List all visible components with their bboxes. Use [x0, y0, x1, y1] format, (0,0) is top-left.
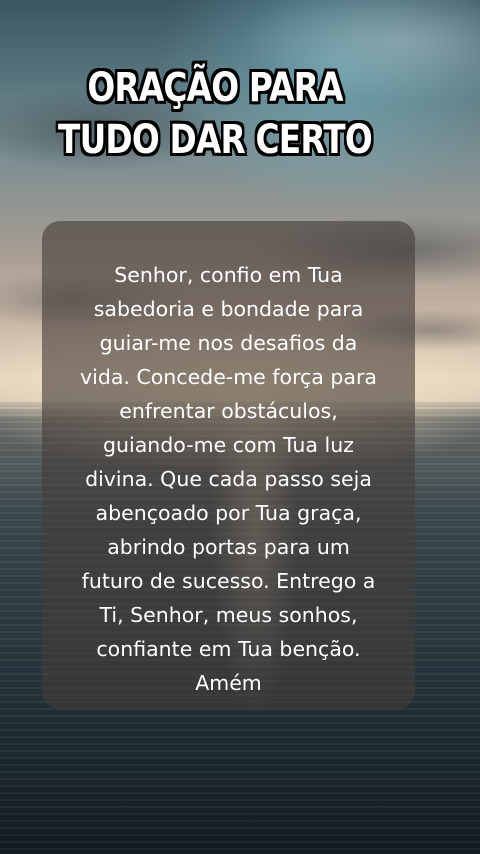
- prayer-line: confiante em Tua benção.: [96, 637, 361, 661]
- prayer-line: abrindo portas para um: [107, 535, 350, 559]
- page-title: ORAÇÃO PARA TUDO DAR CERTO: [39, 62, 392, 166]
- prayer-line: sabedoria e bondade para: [93, 297, 364, 321]
- prayer-line: abençoado por Tua graça,: [95, 501, 362, 525]
- prayer-line: vida. Concede-me força para: [80, 365, 377, 389]
- prayer-line: guiando-me com Tua luz: [103, 433, 354, 457]
- prayer-line: enfrentar obstáculos,: [119, 399, 338, 423]
- title-line-1: ORAÇÃO PARA: [87, 65, 343, 111]
- prayer-closing: Amém: [195, 671, 262, 695]
- title-line-2: TUDO DAR CERTO: [58, 117, 373, 163]
- prayer-text: Senhor, confio em Tua sabedoria e bondad…: [42, 258, 415, 700]
- prayer-line: divina. Que cada passo seja: [85, 467, 372, 491]
- prayer-line: futuro de sucesso. Entrego a: [81, 569, 376, 593]
- prayer-line: Senhor, confio em Tua: [114, 263, 343, 287]
- prayer-line: guiar-me nos desafios da: [99, 331, 358, 355]
- prayer-line: Ti, Senhor, meus sonhos,: [99, 603, 358, 627]
